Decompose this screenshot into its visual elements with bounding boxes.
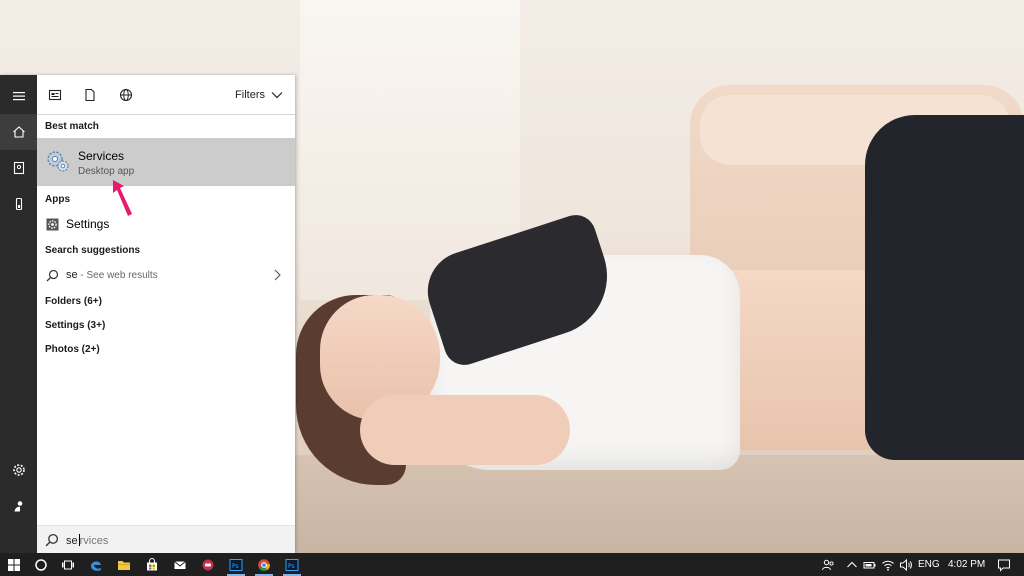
search-input[interactable]: se rvices bbox=[37, 525, 295, 553]
notebook-icon bbox=[13, 161, 24, 175]
feedback-button[interactable] bbox=[0, 488, 37, 524]
input-language-indicator[interactable]: ENG bbox=[918, 559, 940, 570]
gear-icon bbox=[12, 464, 25, 476]
search-results-panel: Filters Best match Services Desktop app … bbox=[37, 75, 295, 553]
globe-icon bbox=[119, 88, 133, 102]
people-button[interactable] bbox=[816, 553, 840, 576]
category-photos[interactable]: Photos (2+) bbox=[45, 344, 100, 355]
photoshop-icon: Ps bbox=[285, 558, 299, 571]
device-icon bbox=[15, 197, 22, 211]
search-icon bbox=[45, 533, 59, 547]
best-match-services[interactable]: Services Desktop app bbox=[37, 138, 295, 186]
notifications-icon bbox=[998, 559, 1010, 572]
windows-logo-icon bbox=[8, 558, 20, 571]
search-autocomplete-text: rvices bbox=[79, 535, 109, 547]
home-button[interactable] bbox=[0, 114, 37, 150]
file-explorer-taskbar-button[interactable] bbox=[112, 553, 136, 576]
hamburger-menu-button[interactable] bbox=[0, 78, 37, 114]
best-match-heading: Best match bbox=[45, 121, 99, 132]
category-folders[interactable]: Folders (6+) bbox=[45, 296, 102, 307]
speaker-icon bbox=[900, 558, 912, 571]
edge-taskbar-button[interactable] bbox=[84, 553, 108, 576]
photoshop-taskbar-button[interactable]: Ps bbox=[224, 553, 248, 576]
app-result-label: Settings bbox=[66, 217, 110, 231]
battery-icon bbox=[863, 561, 876, 568]
best-match-title: Services bbox=[78, 149, 125, 163]
svg-text:Ps: Ps bbox=[232, 563, 239, 570]
cortana-icon bbox=[35, 558, 47, 571]
store-icon bbox=[147, 557, 157, 570]
photoshop-icon: Ps bbox=[229, 558, 243, 571]
devices-button[interactable] bbox=[0, 186, 37, 222]
services-gear-icon bbox=[47, 151, 69, 172]
chevron-down-icon bbox=[271, 92, 283, 99]
home-icon bbox=[12, 126, 25, 138]
mail-taskbar-button[interactable] bbox=[168, 553, 192, 576]
app-result-settings[interactable]: Settings bbox=[37, 212, 295, 236]
search-icon bbox=[45, 268, 59, 282]
chevron-up-icon bbox=[847, 561, 857, 567]
search-suggestions-heading: Search suggestions bbox=[45, 245, 141, 256]
volume-button[interactable] bbox=[894, 553, 918, 576]
action-center-button[interactable] bbox=[992, 553, 1016, 576]
taskbar: Ps Ps ENG 4:02 PM bbox=[0, 553, 1024, 576]
chrome-icon bbox=[258, 558, 270, 571]
folder-icon bbox=[118, 560, 130, 570]
chrome-taskbar-button[interactable] bbox=[252, 553, 276, 576]
settings-gear-icon bbox=[45, 217, 59, 231]
start-rail bbox=[0, 75, 37, 553]
start-button[interactable] bbox=[2, 553, 26, 576]
svg-text:Ps: Ps bbox=[288, 563, 295, 570]
task-view-button[interactable] bbox=[56, 553, 80, 576]
filter-bar: Filters bbox=[37, 75, 295, 115]
pointer-arrow-annotation bbox=[113, 180, 132, 216]
suggestion-query: se bbox=[66, 269, 78, 281]
filters-dropdown[interactable]: Filters bbox=[235, 89, 283, 101]
web-suggestion-row[interactable]: se - See web results bbox=[37, 263, 295, 287]
filters-label: Filters bbox=[235, 89, 265, 101]
search-input-value: se rvices bbox=[66, 534, 108, 547]
task-view-icon bbox=[62, 560, 74, 569]
documents-filter-button[interactable] bbox=[82, 87, 98, 103]
mail-icon bbox=[174, 560, 186, 569]
apps-heading: Apps bbox=[45, 194, 70, 205]
cortana-button[interactable] bbox=[29, 553, 53, 576]
settings-button[interactable] bbox=[0, 452, 37, 488]
start-search-pane: Filters Best match Services Desktop app … bbox=[0, 75, 295, 553]
store-taskbar-button[interactable] bbox=[140, 553, 164, 576]
wifi-icon bbox=[882, 560, 894, 571]
notebook-button[interactable] bbox=[0, 150, 37, 186]
edge-icon bbox=[91, 561, 101, 571]
category-settings[interactable]: Settings (3+) bbox=[45, 320, 105, 331]
app-taskbar-button[interactable] bbox=[196, 553, 220, 576]
people-icon bbox=[822, 559, 834, 570]
document-icon bbox=[85, 88, 95, 102]
best-match-subtitle: Desktop app bbox=[78, 166, 135, 177]
search-typed-text: se bbox=[66, 535, 78, 547]
chevron-right-icon[interactable] bbox=[274, 269, 281, 281]
feedback-icon bbox=[14, 501, 22, 512]
suggestion-hint: - See web results bbox=[77, 270, 158, 281]
clock[interactable]: 4:02 PM bbox=[948, 559, 985, 570]
app-icon bbox=[202, 559, 214, 570]
web-filter-button[interactable] bbox=[118, 87, 134, 103]
hamburger-icon bbox=[12, 92, 25, 101]
apps-filter-button[interactable] bbox=[47, 87, 63, 103]
photoshop-taskbar-button-2[interactable]: Ps bbox=[280, 553, 304, 576]
apps-filter-icon bbox=[48, 89, 62, 101]
